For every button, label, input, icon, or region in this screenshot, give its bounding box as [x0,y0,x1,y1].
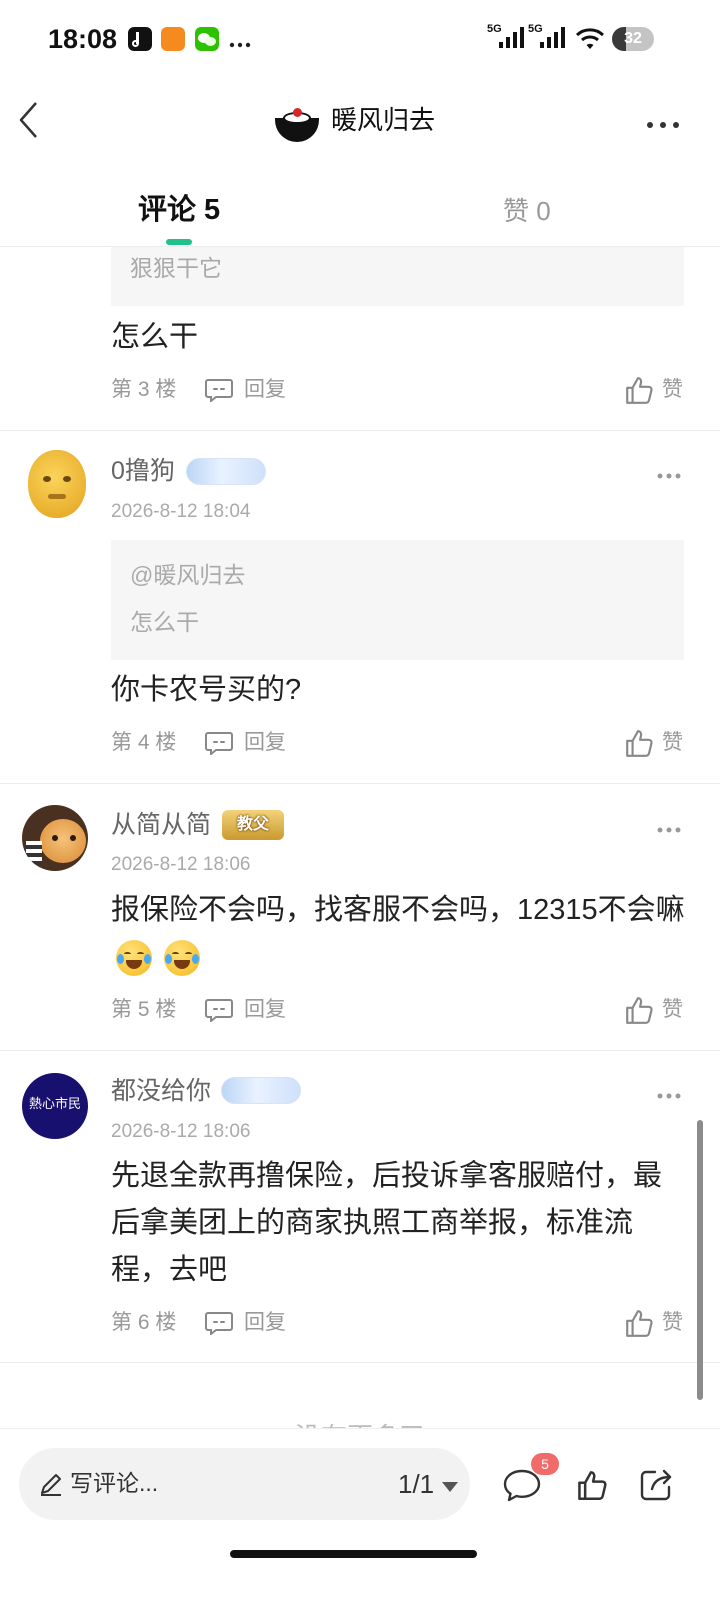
comment-date: 2026-8-12 18:04 [111,501,251,522]
share-icon[interactable] [638,1467,674,1508]
comment-content: 报保险不会吗，找客服不会吗，12315不会嘛 [111,894,685,926]
reply-button[interactable]: 回复 [244,727,286,759]
wechat-icon [195,27,219,51]
thumb-up-icon[interactable] [624,728,654,763]
user-badge [186,458,266,485]
content-line: 程，去吧 [111,1254,228,1286]
like-button[interactable]: 赞 [662,374,683,406]
comment-date: 2026-8-12 18:06 [111,1121,251,1142]
top-chrome: 18:08 5G 5G 32 暖风归去 评论 5 赞 0 [0,0,720,247]
pencil-icon [38,1471,64,1502]
avatar[interactable]: 熱心市民 [22,1073,88,1139]
thumb-up-icon[interactable] [624,1308,654,1343]
more-icon[interactable] [657,1087,681,1105]
tab-comments[interactable]: 评论 5 [138,190,220,230]
home-indicator[interactable] [230,1550,477,1558]
header-title[interactable]: 暖风归去 [331,103,435,137]
thumb-up-icon[interactable] [624,995,654,1030]
tiktok-icon [128,27,152,51]
floor-label: 第 4 楼 [111,731,177,754]
user-badge [221,1077,301,1104]
quote-box [111,540,684,660]
username[interactable]: 从简从简 [111,809,211,841]
content-line: 先退全款再撸保险，后投诉拿客服赔付，最 [111,1160,663,1192]
quote-text: 狠狠干它 [130,255,222,281]
comment-input-placeholder[interactable]: 写评论... [70,1467,158,1499]
comment-meta: 第 4 楼 回复 赞 [111,727,684,759]
comment-content: 先退全款再撸保险，后投诉拿客服赔付，最 后拿美团上的商家执照工商举报，标准流 程… [111,1153,691,1294]
laugh-cry-emoji [164,940,200,976]
reply-button[interactable]: 回复 [244,1307,286,1339]
comment-content: 你卡农号买的? [111,674,302,706]
reply-icon[interactable] [204,1311,234,1340]
quote-text: 怎么干 [130,609,199,635]
tab-likes[interactable]: 赞 0 [503,191,551,231]
reply-icon[interactable] [204,731,234,760]
caret-down-icon[interactable] [442,1479,458,1497]
avatar-text: 熱心市民 [28,1096,81,1111]
more-icon[interactable] [657,821,681,839]
battery-icon: 32 [612,27,654,51]
more-icon [229,35,251,53]
back-icon[interactable] [16,100,42,145]
thumb-up-icon[interactable] [576,1469,608,1506]
comment-count-badge: 5 [531,1453,559,1475]
header-avatar[interactable] [274,98,320,144]
bottom-bar: 写评论... 1/1 5 [0,1428,720,1600]
reply-button[interactable]: 回复 [244,374,286,406]
battery-level: 32 [624,30,642,47]
scrollbar[interactable] [697,1120,703,1400]
laugh-cry-emoji [116,940,152,976]
reply-icon[interactable] [204,998,234,1027]
avatar[interactable] [28,450,86,518]
floor-label: 第 6 楼 [111,1311,177,1334]
divider [0,430,720,431]
username[interactable]: 0撸狗 [111,455,175,487]
reply-button[interactable]: 回复 [244,994,286,1026]
signal-icon: 5G [487,24,525,50]
status-time: 18:08 [48,24,118,54]
reply-icon[interactable] [204,378,234,407]
comment-meta: 第 6 楼 回复 赞 [111,1307,684,1339]
thumb-up-icon[interactable] [624,375,654,410]
content-line: 后拿美团上的商家执照工商举报，标准流 [111,1207,634,1239]
like-button[interactable]: 赞 [662,727,683,759]
comment-meta: 第 3 楼 回复 赞 [111,374,684,406]
tab-indicator [166,239,192,245]
app-icon [161,27,185,51]
comment-content: 怎么干 [111,321,199,353]
more-icon[interactable] [646,116,680,134]
like-button[interactable]: 赞 [662,994,683,1026]
like-button[interactable]: 赞 [662,1307,683,1339]
signal-icon: 5G [528,24,566,50]
divider [0,1050,720,1051]
username[interactable]: 都没给你 [111,1075,211,1107]
comment-meta: 第 5 楼 回复 赞 [111,994,684,1026]
more-icon[interactable] [657,467,681,485]
divider [0,783,720,784]
wifi-icon [575,27,605,56]
page-indicator[interactable]: 1/1 [398,1468,434,1500]
comment-date: 2026-8-12 18:06 [111,854,251,875]
floor-label: 第 3 楼 [111,378,177,401]
divider [0,1362,720,1363]
user-badge: 教父 [222,810,284,840]
avatar[interactable] [22,805,88,871]
floor-label: 第 5 楼 [111,998,177,1021]
quote-user[interactable]: @暖风归去 [130,559,245,591]
